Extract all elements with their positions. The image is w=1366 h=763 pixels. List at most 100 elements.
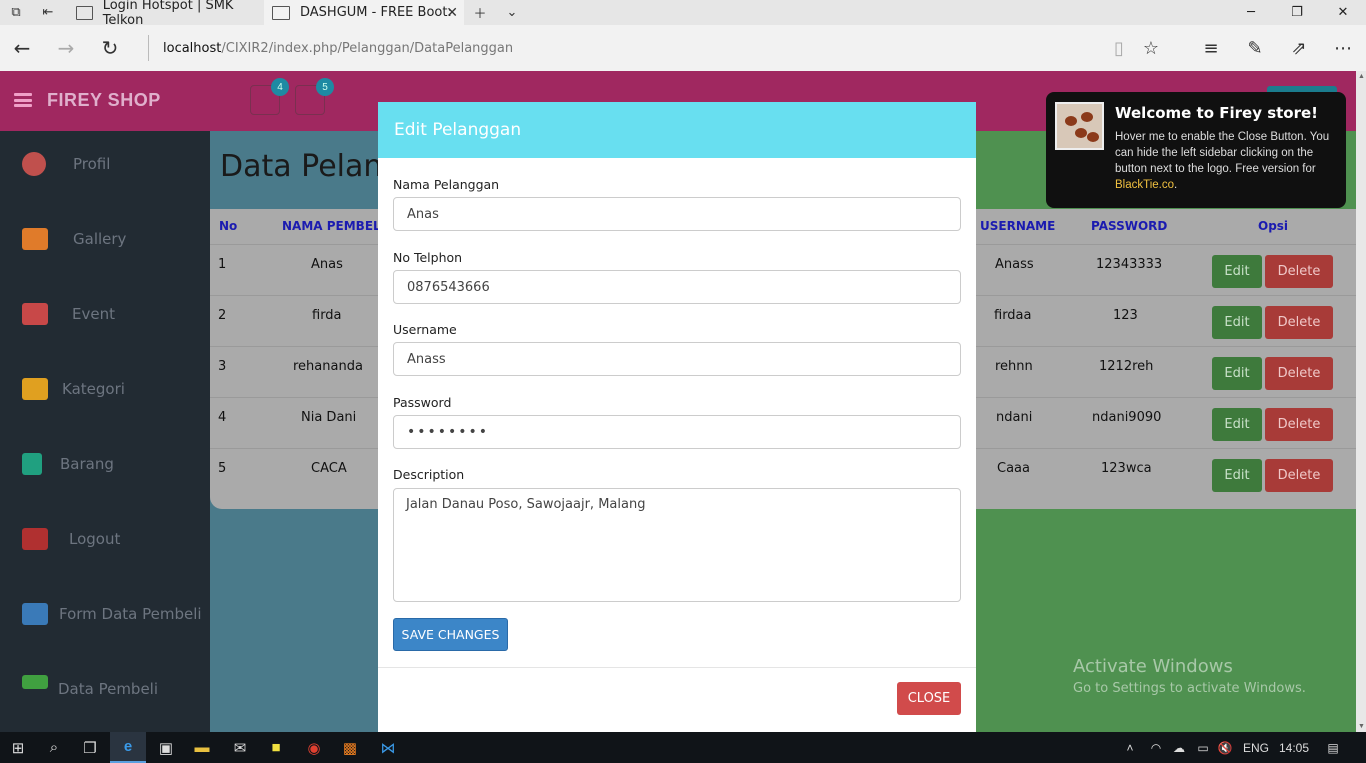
tasks-badge: 4: [271, 78, 289, 96]
close-window-icon[interactable]: ✕: [1320, 0, 1366, 25]
edit-button[interactable]: Edit: [1212, 408, 1262, 441]
mail-icon[interactable]: 5: [295, 78, 334, 115]
search-icon[interactable]: ⌕: [36, 732, 72, 763]
column-header-password: PASSWORD: [1091, 219, 1168, 233]
modal-footer-divider: [378, 667, 976, 668]
modal-title: Edit Pelanggan: [378, 102, 976, 158]
minimize-icon[interactable]: ─: [1228, 0, 1274, 25]
mail-badge: 5: [316, 78, 334, 96]
battery-icon[interactable]: ▭: [1192, 732, 1214, 763]
hamburger-menu-icon[interactable]: [14, 93, 32, 107]
telp-input[interactable]: 0876543666: [393, 270, 961, 304]
password-input[interactable]: ••••••••: [393, 415, 961, 449]
more-icon[interactable]: ⋯: [1327, 33, 1359, 63]
clock[interactable]: 14:05: [1276, 732, 1312, 763]
download-icon: [22, 453, 42, 475]
reading-view-icon[interactable]: ▯: [1103, 33, 1135, 63]
tab-preview-chevron-icon[interactable]: ⌄: [496, 0, 528, 25]
share-icon[interactable]: ⇗: [1283, 33, 1315, 63]
sidebar-item-label: Barang: [60, 455, 114, 473]
notification-end: .: [1174, 179, 1178, 191]
sidebar-item-label: Form Data Pembeli: [59, 605, 202, 623]
chrome-icon[interactable]: ◉: [296, 732, 332, 763]
delete-button[interactable]: Delete: [1265, 357, 1333, 390]
cell-password: 12343333: [1096, 257, 1163, 272]
blacktie-link[interactable]: BlackTie.co: [1115, 179, 1174, 191]
close-tab-icon[interactable]: ✕: [446, 5, 458, 21]
cell-no: 1: [218, 257, 227, 272]
edge-browser-icon[interactable]: e: [110, 732, 146, 763]
cell-password: ndani9090: [1092, 410, 1162, 425]
set-aside-tabs-icon[interactable]: ⇤: [32, 0, 64, 25]
language-indicator[interactable]: ENG: [1240, 732, 1272, 763]
pen-note-icon[interactable]: ✎: [1239, 33, 1271, 63]
edit-button[interactable]: Edit: [1212, 306, 1262, 339]
welcome-notification[interactable]: Welcome to Firey store! Hover me to enab…: [1046, 92, 1346, 208]
url-field[interactable]: localhost/CIXIR2/index.php/Pelanggan/Dat…: [148, 35, 1098, 61]
close-button[interactable]: CLOSE: [897, 682, 961, 715]
favorite-star-icon[interactable]: ☆: [1135, 33, 1167, 63]
description-textarea[interactable]: Jalan Danau Poso, Sawojaajr, Malang: [393, 488, 961, 602]
watermark-line2: Go to Settings to activate Windows.: [1073, 681, 1306, 696]
sidebar-item-label: Gallery: [73, 230, 127, 248]
sidebar-item-gallery[interactable]: Gallery: [0, 219, 210, 259]
cell-nama: rehananda: [293, 359, 363, 374]
save-changes-button[interactable]: SAVE CHANGES: [393, 618, 508, 651]
url-host: localhost: [163, 40, 222, 56]
tab-actions-icon[interactable]: ⧉: [0, 0, 32, 25]
hub-icon[interactable]: ≡: [1195, 33, 1227, 63]
store-icon[interactable]: ▣: [148, 732, 184, 763]
cell-nama: firda: [312, 308, 342, 323]
new-tab-icon[interactable]: ＋: [464, 0, 496, 25]
tray-chevron-icon[interactable]: ˄: [1120, 732, 1140, 763]
onedrive-icon[interactable]: ☁: [1168, 732, 1190, 763]
scroll-up-icon[interactable]: ▲: [1358, 73, 1365, 80]
edit-button[interactable]: Edit: [1212, 459, 1262, 492]
windows-start-icon[interactable]: ⊞: [0, 732, 36, 763]
xampp-icon[interactable]: ▩: [332, 732, 368, 763]
refresh-icon[interactable]: ↻: [94, 33, 126, 63]
delete-button[interactable]: Delete: [1265, 255, 1333, 288]
tab-dashgum[interactable]: DASHGUM - FREE Boot: ✕: [264, 0, 464, 25]
edit-button[interactable]: Edit: [1212, 255, 1262, 288]
tab-login-hotspot[interactable]: Login Hotspot | SMK Telkon: [68, 0, 264, 28]
back-arrow-icon[interactable]: ←: [6, 33, 38, 63]
forward-arrow-icon[interactable]: →: [50, 33, 82, 63]
sidebar-item-form-data-pembeli[interactable]: Form Data Pembeli: [0, 594, 210, 634]
delete-button[interactable]: Delete: [1265, 306, 1333, 339]
vscode-icon[interactable]: ⋈: [370, 732, 406, 763]
notification-body: Hover me to enable the Close Button. You…: [1115, 129, 1340, 193]
edit-button[interactable]: Edit: [1212, 357, 1262, 390]
page-icon: [272, 5, 290, 20]
page-scrollbar[interactable]: ▲ ▼: [1356, 71, 1366, 732]
sidebar-item-logout[interactable]: Logout: [0, 519, 210, 559]
sidebar-item-kategori[interactable]: Kategori: [0, 369, 210, 409]
action-center-icon[interactable]: ▤: [1322, 732, 1344, 763]
store-thumbnail: [1055, 102, 1104, 150]
sidebar-item-barang[interactable]: Barang: [0, 444, 210, 484]
nama-input[interactable]: Anas: [393, 197, 961, 231]
cell-nama: Nia Dani: [301, 410, 357, 425]
sidebar-item-profil[interactable]: Profil: [0, 144, 210, 184]
activate-windows-watermark: Activate Windows Go to Settings to activ…: [1073, 656, 1306, 696]
file-explorer-icon[interactable]: ▬: [184, 732, 220, 763]
tasks-icon[interactable]: 4: [250, 78, 289, 115]
page-title: Data Pelang: [220, 149, 402, 184]
telp-label: No Telphon: [393, 250, 463, 265]
task-view-icon[interactable]: ❐: [72, 732, 108, 763]
restore-icon[interactable]: ❐: [1274, 0, 1320, 25]
check-icon: [22, 675, 48, 689]
sidebar: Profil Gallery Event Kategori Barang Log…: [0, 131, 210, 732]
delete-button[interactable]: Delete: [1265, 459, 1333, 492]
mail-app-icon[interactable]: ✉: [222, 732, 258, 763]
site-logo[interactable]: FIREY SHOP: [47, 90, 161, 111]
sticky-notes-icon[interactable]: ■: [258, 732, 294, 763]
sidebar-item-event[interactable]: Event: [0, 294, 210, 334]
sidebar-item-label: Kategori: [62, 380, 125, 398]
delete-button[interactable]: Delete: [1265, 408, 1333, 441]
volume-muted-icon[interactable]: 🔇: [1214, 732, 1236, 763]
sidebar-item-data-pembeli[interactable]: Data Pembeli: [0, 669, 210, 709]
network-icon[interactable]: ◠: [1145, 732, 1167, 763]
username-input[interactable]: Anass: [393, 342, 961, 376]
scroll-down-icon[interactable]: ▼: [1358, 723, 1365, 730]
